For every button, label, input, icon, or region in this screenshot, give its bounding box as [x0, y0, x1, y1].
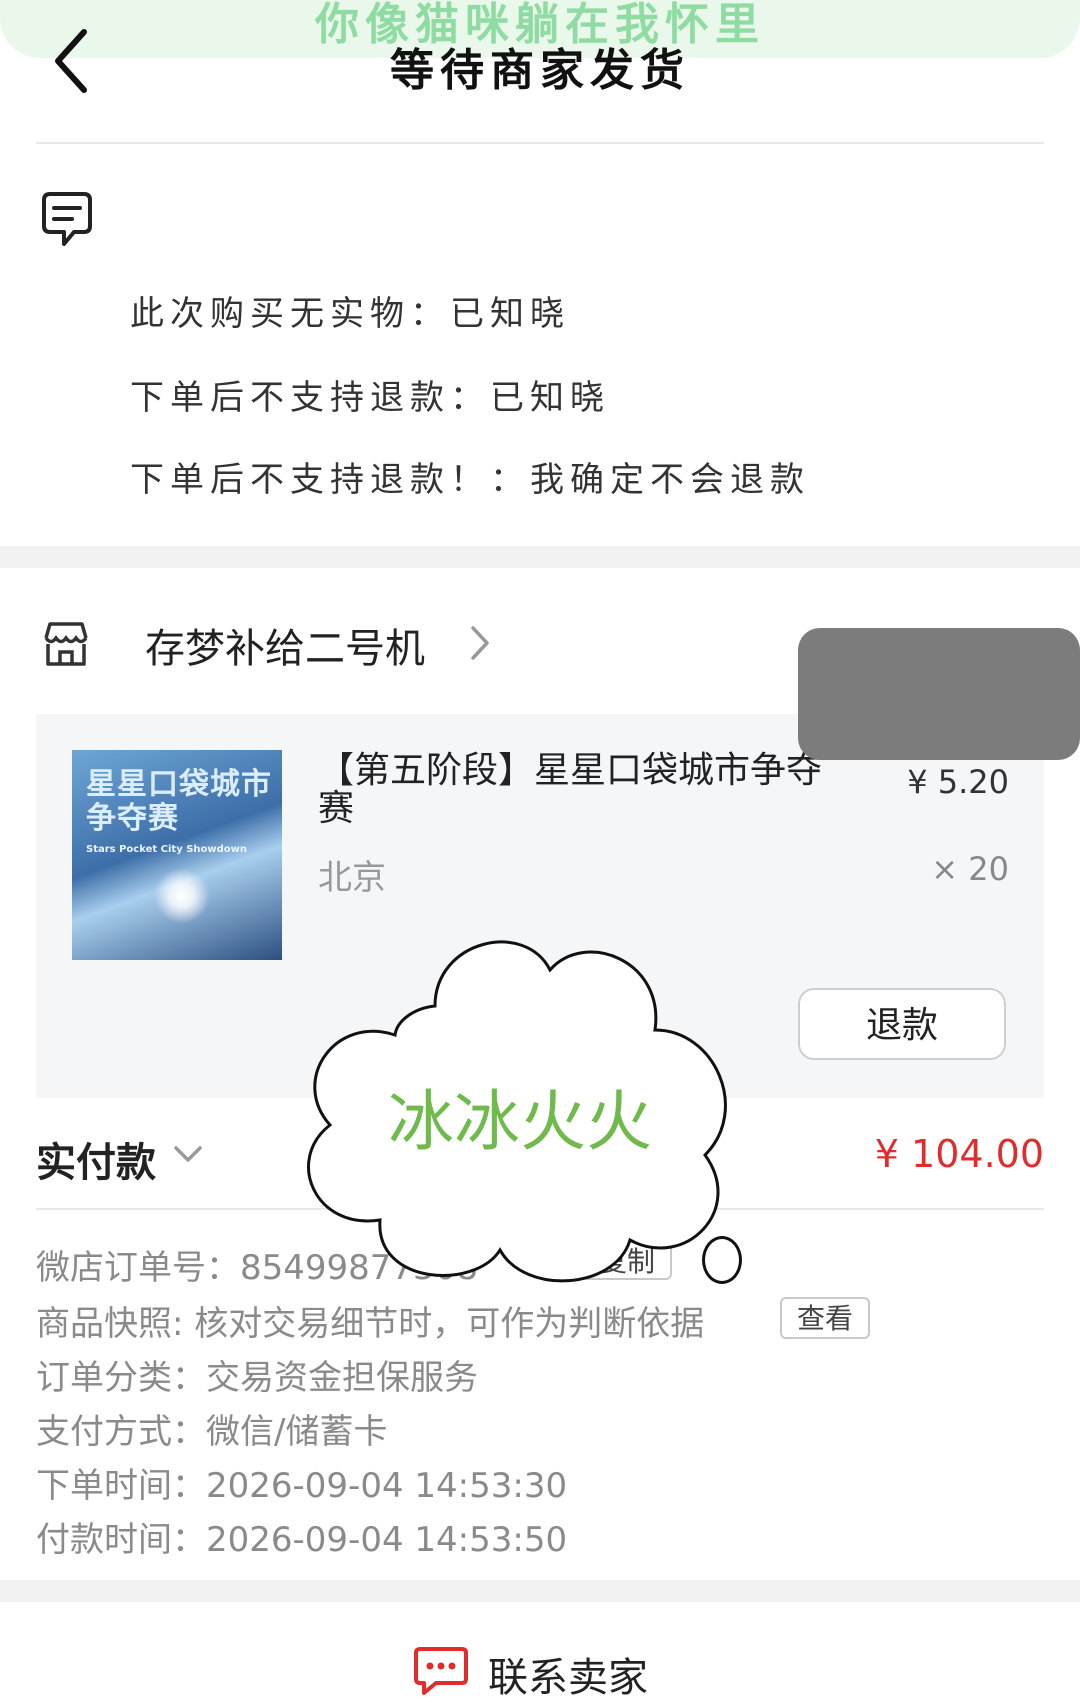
shop-icon	[44, 622, 88, 666]
payment-method: 支付方式：微信/储蓄卡	[36, 1412, 388, 1452]
blurred-overlay	[798, 628, 1080, 760]
snapshot-info: 商品快照: 核对交易细节时，可作为判断依据	[36, 1304, 705, 1344]
order-time: 下单时间：2026-09-04 14:53:30	[36, 1466, 568, 1506]
payment-time: 付款时间：2026-09-04 14:53:50	[36, 1520, 568, 1560]
product-thumbnail[interactable]: 星星口袋城市争夺赛 Stars Pocket City Showdown	[72, 750, 282, 960]
order-category: 订单分类：交易资金担保服务	[36, 1358, 478, 1398]
star-burst-graphic	[154, 868, 210, 924]
thumbnail-title: 星星口袋城市争夺赛	[86, 767, 272, 836]
page-title: 等待商家发货	[390, 45, 690, 96]
bottom-separator	[0, 1580, 1080, 1602]
product-variant: 北京	[318, 858, 386, 898]
note-line-3: 下单后不支持退款！：我确定不会退款	[130, 460, 810, 500]
note-line-1: 此次购买无实物：已知晓	[130, 294, 570, 334]
chevron-down-icon[interactable]	[172, 1142, 204, 1166]
chevron-right-icon[interactable]	[468, 623, 492, 663]
product-quantity: × 20	[931, 850, 1009, 888]
shop-name[interactable]: 存梦补给二号机	[145, 616, 425, 674]
paid-amount: ¥ 104.00	[874, 1132, 1044, 1176]
cloud-text: 冰冰火火	[388, 1083, 652, 1160]
note-line-2: 下单后不支持退款：已知晓	[130, 378, 610, 418]
thumbnail-subtitle: Stars Pocket City Showdown	[86, 844, 248, 855]
refund-button[interactable]: 退款	[798, 988, 1006, 1060]
chat-icon[interactable]	[412, 1645, 470, 1697]
paid-label[interactable]: 实付款	[36, 1130, 156, 1188]
note-icon	[42, 192, 92, 246]
header-divider	[36, 142, 1044, 144]
product-price: ¥ 5.20	[907, 763, 1009, 801]
contact-seller-label[interactable]: 联系卖家	[488, 1645, 648, 1703]
section-separator	[0, 546, 1080, 568]
view-snapshot-button[interactable]: 查看	[780, 1297, 870, 1339]
product-title[interactable]: 【第五阶段】星星口袋城市争夺赛	[318, 752, 838, 828]
